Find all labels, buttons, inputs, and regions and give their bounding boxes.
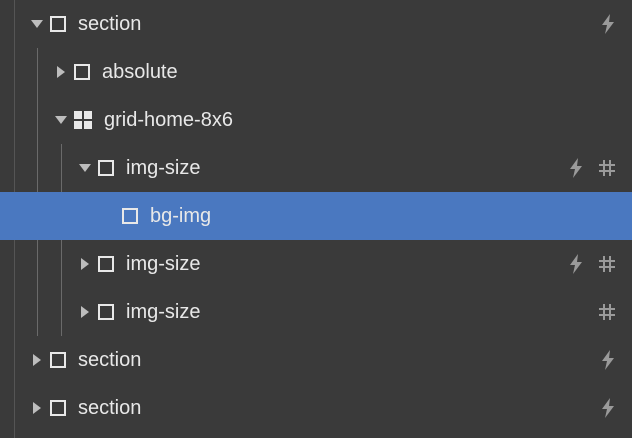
tree-item-section[interactable]: section [0, 0, 632, 48]
chevron-right-icon[interactable] [30, 401, 44, 415]
tree-item-label: section [78, 348, 142, 371]
tree-item-label: bg-img [150, 204, 212, 227]
box-icon [50, 400, 66, 416]
hash-icon[interactable] [598, 159, 616, 177]
chevron-down-icon[interactable] [54, 113, 68, 127]
chevron-down-icon[interactable] [78, 161, 92, 175]
grid-icon [74, 111, 92, 129]
box-icon [74, 64, 90, 80]
bolt-icon[interactable] [568, 254, 584, 274]
bolt-icon[interactable] [568, 158, 584, 178]
bolt-icon[interactable] [600, 14, 616, 34]
tree-item-bg-img[interactable]: bg-img [0, 192, 632, 240]
chevron-right-icon[interactable] [78, 305, 92, 319]
box-icon [98, 304, 114, 320]
tree-item-label: img-size [126, 300, 201, 323]
chevron-down-icon[interactable] [30, 17, 44, 31]
chevron-right-icon[interactable] [30, 353, 44, 367]
tree-item-img-size[interactable]: img-size [0, 240, 632, 288]
tree-item-img-size[interactable]: img-size [0, 144, 632, 192]
tree-item-label: absolute [102, 60, 178, 83]
tree-item-absolute[interactable]: absolute [0, 48, 632, 96]
navigator-tree: section absolute grid-home-8x6 img-size … [0, 0, 632, 438]
tree-item-section[interactable]: section [0, 384, 632, 432]
tree-item-label: img-size [126, 252, 201, 275]
box-icon [50, 352, 66, 368]
box-icon [98, 256, 114, 272]
box-icon [122, 208, 138, 224]
tree-item-label: grid-home-8x6 [104, 108, 233, 131]
chevron-right-icon[interactable] [54, 65, 68, 79]
hash-icon[interactable] [598, 255, 616, 273]
chevron-right-icon[interactable] [78, 257, 92, 271]
box-icon [50, 16, 66, 32]
tree-item-img-size[interactable]: img-size [0, 288, 632, 336]
tree-item-label: img-size [126, 156, 201, 179]
bolt-icon[interactable] [600, 350, 616, 370]
tree-item-label: section [78, 396, 142, 419]
hash-icon[interactable] [598, 303, 616, 321]
tree-item-section[interactable]: section [0, 336, 632, 384]
tree-item-grid[interactable]: grid-home-8x6 [0, 96, 632, 144]
tree-item-label: section [78, 12, 142, 35]
bolt-icon[interactable] [600, 398, 616, 418]
box-icon [98, 160, 114, 176]
